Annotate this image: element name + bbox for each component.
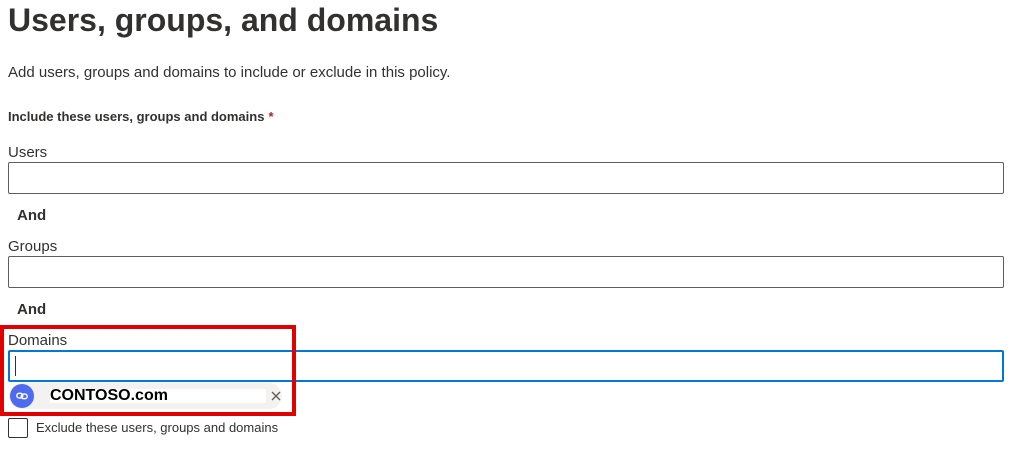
domains-input[interactable] <box>8 350 1004 382</box>
text-caret <box>15 356 16 376</box>
exclude-checkbox-label[interactable]: Exclude these users, groups and domains <box>36 419 278 437</box>
required-marker: * <box>268 109 274 124</box>
groups-input[interactable] <box>8 256 1004 288</box>
include-section-label-text: Include these users, groups and domains <box>8 109 265 124</box>
domain-chip[interactable]: CONTOSO.com <box>9 383 282 409</box>
domain-chip-text: CONTOSO.com <box>50 387 168 404</box>
and-connector-1: And <box>17 207 47 224</box>
page-description: Add users, groups and domains to include… <box>8 64 451 81</box>
exclude-checkbox[interactable] <box>8 418 28 438</box>
users-input[interactable] <box>8 162 1004 194</box>
domains-label: Domains <box>8 332 68 349</box>
users-label: Users <box>8 144 48 161</box>
link-icon <box>10 384 34 408</box>
domain-chip-text-box: CONTOSO.com <box>50 387 266 404</box>
groups-label: Groups <box>8 238 58 255</box>
include-section-label: Include these users, groups and domains * <box>8 108 274 126</box>
and-connector-2: And <box>17 301 47 318</box>
close-icon[interactable] <box>270 388 282 404</box>
page-title: Users, groups, and domains <box>8 2 439 38</box>
